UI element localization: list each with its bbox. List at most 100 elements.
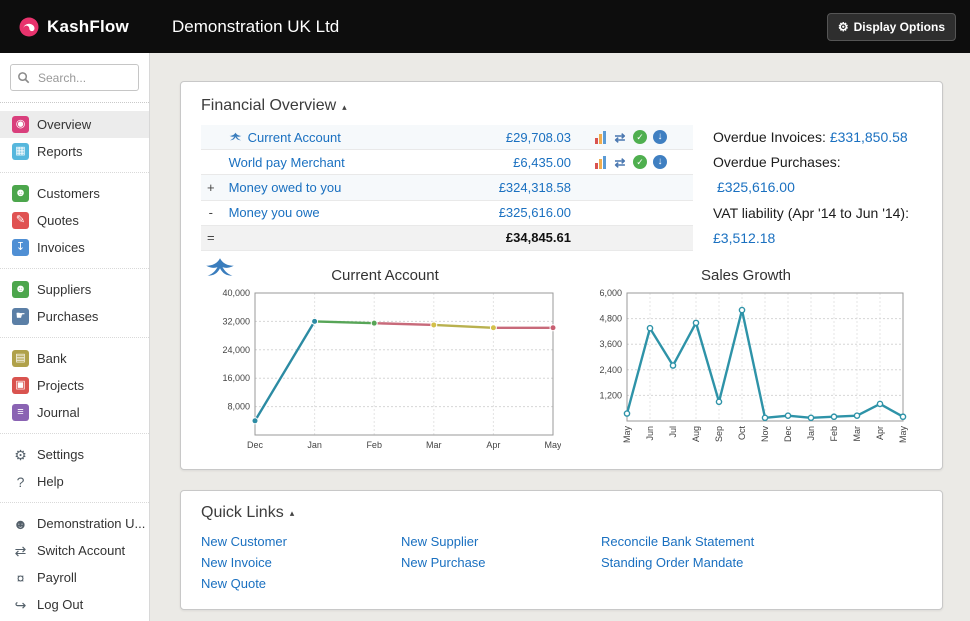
sidebar-item-reports[interactable]: ▦ Reports bbox=[0, 138, 149, 165]
sidebar-item-customers[interactable]: ☻ Customers bbox=[0, 180, 149, 207]
kashflow-logo[interactable]: KashFlow bbox=[0, 16, 150, 38]
svg-text:May: May bbox=[622, 425, 632, 443]
finance-summary: Overdue Invoices: £331,850.58 Overdue Pur… bbox=[713, 125, 922, 251]
sidebar-divider bbox=[0, 172, 149, 173]
sidebar-item-label: Demonstration U... bbox=[37, 516, 146, 531]
vat-liability-line: VAT liability (Apr '14 to Jun '14): £3,5… bbox=[713, 201, 922, 251]
sidebar-item-journal[interactable]: ≡ Journal bbox=[0, 399, 149, 426]
sidebar-item-bank[interactable]: ▤ Bank bbox=[0, 345, 149, 372]
overdue-invoices-label: Overdue Invoices: bbox=[713, 129, 826, 145]
sidebar-item-label: Journal bbox=[37, 405, 80, 420]
vat-liability-value[interactable]: £3,512.18 bbox=[713, 230, 775, 246]
chart-title: Sales Growth bbox=[700, 266, 792, 284]
sidebar-item-settings[interactable]: ⚙ Settings bbox=[0, 441, 149, 468]
financial-overview-header[interactable]: Financial Overview ▴ bbox=[201, 97, 922, 115]
help-icon: ? bbox=[16, 473, 25, 490]
sidebar-item-label: Purchases bbox=[37, 309, 99, 324]
sidebar-item-help[interactable]: ? Help bbox=[0, 468, 149, 495]
svg-text:May: May bbox=[898, 425, 908, 443]
kashflow-app: KashFlow Demonstration UK Ltd ⚙ Display … bbox=[0, 0, 970, 621]
svg-text:Aug: Aug bbox=[691, 426, 701, 442]
transfer-icon[interactable]: ⇄ bbox=[613, 155, 627, 169]
sidebar-item-switch-account[interactable]: ⇄ Switch Account bbox=[0, 537, 149, 564]
sidebar-divider bbox=[0, 337, 149, 338]
sidebar-item-suppliers[interactable]: ☻ Suppliers bbox=[0, 276, 149, 303]
account-balance[interactable]: £29,708.03 bbox=[506, 130, 571, 145]
sidebar-item-label: Payroll bbox=[37, 570, 77, 585]
barclays-bank-icon bbox=[229, 132, 242, 140]
sidebar-item-label: Reports bbox=[37, 144, 83, 159]
money-owed-link[interactable]: Money owed to you bbox=[229, 180, 342, 195]
quick-links-title: Quick Links bbox=[201, 503, 284, 521]
transfer-icon[interactable]: ⇄ bbox=[613, 130, 627, 144]
bar-chart-icon[interactable] bbox=[593, 155, 607, 170]
suppliers-icon: ☻ bbox=[12, 281, 29, 298]
sidebar-item-quotes[interactable]: ✎ Quotes bbox=[0, 207, 149, 234]
sidebar-item-invoices[interactable]: ↧ Invoices bbox=[0, 234, 149, 261]
overdue-purchases-label: Overdue Purchases: bbox=[713, 154, 841, 171]
new-customer-link[interactable]: New Customer bbox=[201, 532, 401, 553]
svg-text:Nov: Nov bbox=[760, 425, 770, 442]
svg-text:24,000: 24,000 bbox=[222, 345, 250, 355]
download-icon[interactable]: ↓ bbox=[653, 130, 667, 145]
user-icon: ☻ bbox=[13, 515, 28, 532]
svg-text:1,200: 1,200 bbox=[599, 390, 622, 400]
standing-order-mandate-link[interactable]: Standing Order Mandate bbox=[601, 553, 754, 574]
money-owed-value[interactable]: £324,318.58 bbox=[499, 180, 571, 195]
display-options-button[interactable]: ⚙ Display Options bbox=[826, 12, 956, 41]
account-link[interactable]: World pay Merchant bbox=[229, 155, 345, 170]
bar-chart-icon[interactable] bbox=[593, 130, 607, 145]
quick-links-column: Reconcile Bank Statement Standing Order … bbox=[601, 532, 754, 594]
company-title: Demonstration UK Ltd bbox=[172, 16, 340, 36]
sidebar-item-label: Customers bbox=[37, 186, 100, 201]
row-money-you-owe: - Money you owe £325,616.00 bbox=[201, 200, 693, 226]
sidebar-divider bbox=[0, 433, 149, 434]
account-balance[interactable]: £6,435.00 bbox=[513, 155, 571, 170]
svg-text:Apr: Apr bbox=[875, 426, 885, 440]
money-you-owe-link[interactable]: Money you owe bbox=[229, 205, 320, 220]
vat-liability-label: VAT liability (Apr '14 to Jun '14): bbox=[713, 204, 909, 221]
sidebar-item-overview[interactable]: ◉ Overview bbox=[0, 111, 149, 138]
gear-icon: ⚙ bbox=[837, 19, 849, 34]
quick-links-header[interactable]: Quick Links ▴ bbox=[201, 504, 922, 522]
overdue-invoices-value[interactable]: £331,850.58 bbox=[830, 129, 908, 145]
account-link[interactable]: Current Account bbox=[248, 130, 341, 145]
check-icon[interactable]: ✓ bbox=[633, 155, 647, 170]
log-out-icon: ↪ bbox=[14, 596, 27, 613]
sidebar-item-account-user[interactable]: ☻ Demonstration U... bbox=[0, 510, 149, 537]
overdue-purchases-line: Overdue Purchases: £325,616.00 bbox=[713, 150, 922, 200]
sidebar-item-label: Settings bbox=[37, 447, 84, 462]
new-quote-link[interactable]: New Quote bbox=[201, 574, 401, 595]
display-options-label: Display Options bbox=[853, 19, 945, 34]
svg-text:Jun: Jun bbox=[645, 426, 655, 441]
svg-text:6,000: 6,000 bbox=[599, 288, 622, 298]
svg-text:Apr: Apr bbox=[486, 440, 500, 450]
sidebar-item-log-out[interactable]: ↪ Log Out bbox=[0, 591, 149, 618]
sidebar-item-label: Overview bbox=[37, 117, 92, 132]
sidebar-item-label: Projects bbox=[37, 378, 84, 393]
sidebar-item-label: Suppliers bbox=[37, 282, 92, 297]
new-supplier-link[interactable]: New Supplier bbox=[401, 532, 601, 553]
sidebar-item-payroll[interactable]: ¤ Payroll bbox=[0, 564, 149, 591]
current-account-chart: Current Account 8,000 16,000 24,000 32,000 4… bbox=[209, 267, 561, 455]
download-icon[interactable]: ↓ bbox=[653, 155, 667, 170]
svg-text:40,000: 40,000 bbox=[222, 288, 250, 298]
sidebar-item-projects[interactable]: ▣ Projects bbox=[0, 372, 149, 399]
new-purchase-link[interactable]: New Purchase bbox=[401, 553, 601, 574]
brand-name: KashFlow bbox=[47, 16, 129, 36]
row-money-owed-to-you: + Money owed to you £324,318.58 bbox=[201, 174, 693, 201]
journal-icon: ≡ bbox=[12, 404, 29, 421]
invoices-icon: ↧ bbox=[12, 239, 29, 256]
overdue-purchases-value[interactable]: £325,616.00 bbox=[717, 179, 795, 195]
topbar: KashFlow Demonstration UK Ltd ⚙ Display … bbox=[0, 0, 970, 53]
search-icon bbox=[18, 72, 30, 84]
sidebar-item-purchases[interactable]: ☛ Purchases bbox=[0, 303, 149, 330]
check-icon[interactable]: ✓ bbox=[633, 130, 647, 145]
svg-text:Dec: Dec bbox=[783, 425, 793, 442]
reconcile-bank-statement-link[interactable]: Reconcile Bank Statement bbox=[601, 532, 754, 553]
sidebar-divider bbox=[0, 268, 149, 269]
svg-text:8,000: 8,000 bbox=[227, 402, 250, 412]
money-you-owe-value[interactable]: £325,616.00 bbox=[499, 205, 571, 220]
purchases-icon: ☛ bbox=[12, 308, 29, 325]
new-invoice-link[interactable]: New Invoice bbox=[201, 553, 401, 574]
